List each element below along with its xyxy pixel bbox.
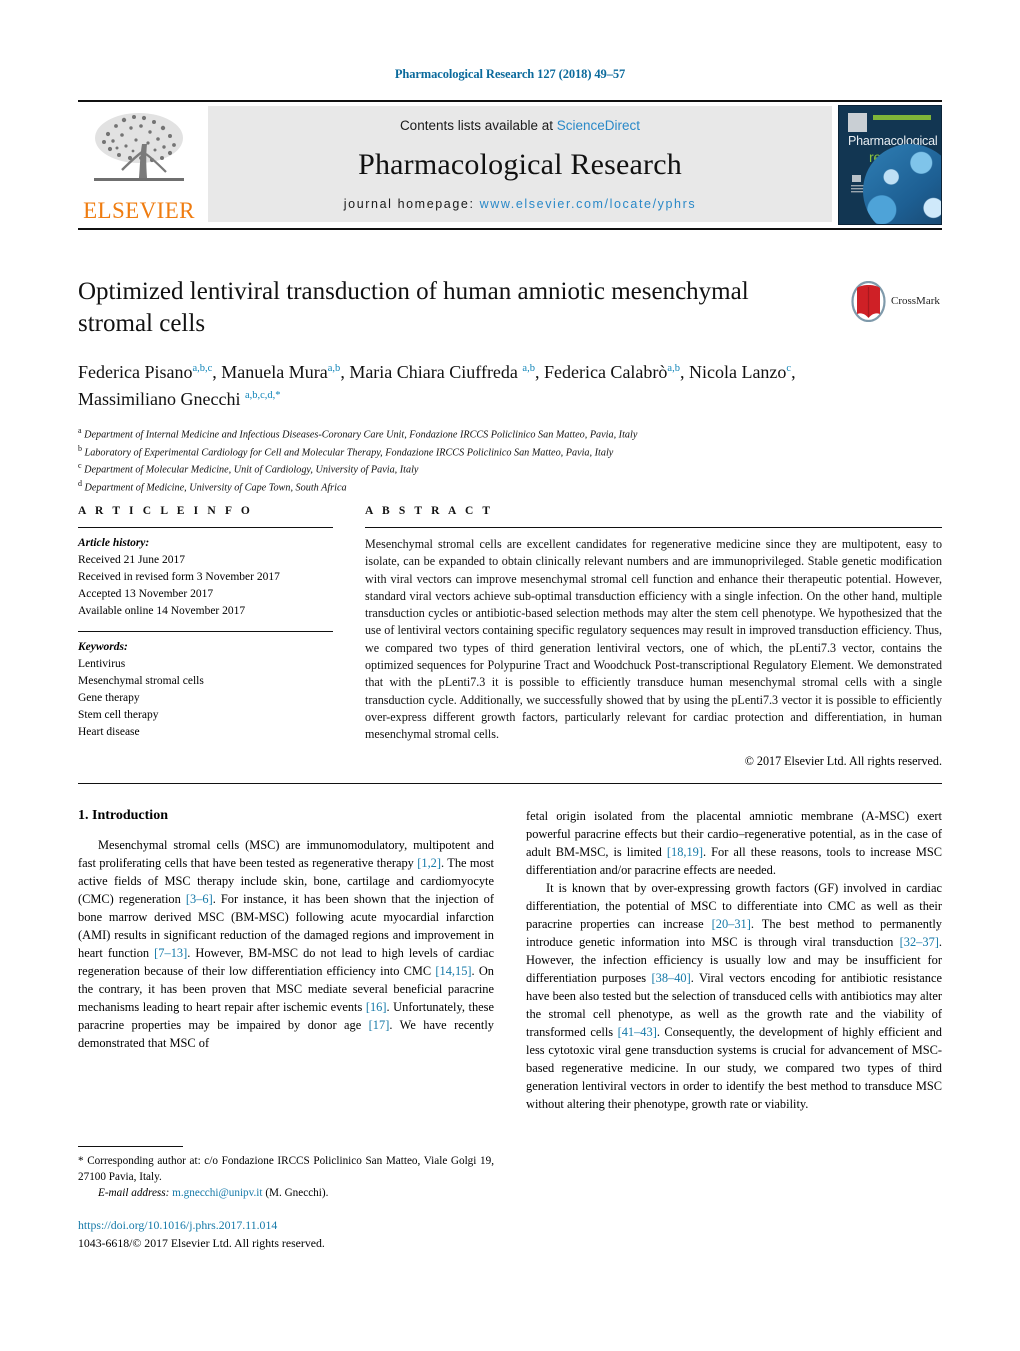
- affiliation-item: d Department of Medicine, University of …: [78, 478, 942, 496]
- affiliation-marker: d: [78, 479, 82, 489]
- running-head: Pharmacological Research 127 (2018) 49–5…: [394, 67, 626, 81]
- abstract-column: A B S T R A C T Mesenchymal stromal cell…: [333, 505, 942, 769]
- affiliation-item: a Department of Internal Medicine and In…: [78, 425, 942, 443]
- keywords-block: Keywords: Lentivirus Mesenchymal stromal…: [78, 632, 333, 741]
- affiliation-text: Laboratory of Experimental Cardiology fo…: [84, 447, 614, 459]
- crossmark-badge[interactable]: CrossMark: [850, 278, 942, 324]
- keywords-label: Keywords:: [78, 641, 128, 654]
- intro-paragraph-left: Mesenchymal stromal cells (MSC) are immu…: [78, 838, 494, 1050]
- keyword-item: Heart disease: [78, 726, 140, 739]
- footnote-block: * Corresponding author at: c/o Fondazion…: [78, 1146, 494, 1253]
- masthead-center: Contents lists available at ScienceDirec…: [208, 106, 832, 222]
- journal-masthead: ELSEVIER Contents lists available at Sci…: [78, 100, 942, 230]
- crossmark-label: CrossMark: [891, 295, 940, 307]
- crossmark-icon: [851, 280, 886, 322]
- issn-copyright-line: 1043-6618/© 2017 Elsevier Ltd. All right…: [78, 1236, 325, 1251]
- abstract-copyright: © 2017 Elsevier Ltd. All rights reserved…: [744, 754, 942, 769]
- doi-block: https://doi.org/10.1016/j.phrs.2017.11.0…: [78, 1217, 494, 1252]
- affiliation-text: Department of Internal Medicine and Infe…: [84, 429, 638, 441]
- sciencedirect-link[interactable]: ScienceDirect: [557, 118, 640, 133]
- history-item: Received in revised form 3 November 2017: [78, 571, 280, 584]
- body-column-right: fetal origin isolated from the placental…: [526, 808, 942, 1114]
- history-item: Accepted 13 November 2017: [78, 588, 214, 601]
- email-label: E-mail address:: [98, 1187, 170, 1200]
- article-info-heading: A R T I C L E I N F O: [78, 505, 253, 517]
- history-item: Received 21 June 2017: [78, 554, 185, 567]
- section-heading-introduction: 1. Introduction: [78, 808, 168, 823]
- intro-paragraph-right-1: fetal origin isolated from the placental…: [526, 809, 943, 877]
- article-history-label: Article history:: [78, 537, 150, 549]
- author-list: Federica Pisanoa,b,c, Manuela Muraa,b, M…: [78, 362, 796, 409]
- info-abstract-panel: A R T I C L E I N F O Article history: R…: [78, 505, 942, 785]
- abstract-heading: A B S T R A C T: [365, 505, 494, 517]
- article-info-column: A R T I C L E I N F O Article history: R…: [78, 505, 333, 769]
- cover-accent-bar: [873, 115, 931, 120]
- affiliation-text: Department of Medicine, University of Ca…: [84, 482, 347, 494]
- keyword-item: Mesenchymal stromal cells: [78, 675, 204, 688]
- elsevier-logo: ELSEVIER: [78, 102, 200, 228]
- email-suffix: (M. Gnecchi).: [265, 1187, 329, 1200]
- body-columns: 1. Introduction Mesenchymal stromal cell…: [78, 808, 942, 1114]
- journal-title: Pharmacological Research: [358, 148, 682, 181]
- keyword-item: Lentivirus: [78, 658, 126, 671]
- email-link[interactable]: m.gnecchi@unipv.it: [172, 1187, 262, 1199]
- journal-cover-thumbnail: Pharmacological research: [838, 105, 942, 225]
- homepage-line: journal homepage: www.elsevier.com/locat…: [344, 197, 696, 211]
- title-block: Optimized lentiviral transduction of hum…: [78, 276, 942, 496]
- contents-line: Contents lists available at ScienceDirec…: [400, 118, 640, 133]
- homepage-prefix: journal homepage:: [343, 197, 480, 211]
- divider: [78, 783, 942, 785]
- body-column-left: 1. Introduction Mesenchymal stromal cell…: [78, 808, 494, 1114]
- email-note: E-mail address: m.gnecchi@unipv.it (M. G…: [78, 1187, 494, 1199]
- affiliation-item: c Department of Molecular Medicine, Unit…: [78, 460, 942, 478]
- affiliation-marker: b: [78, 443, 82, 453]
- affiliation-marker: c: [78, 461, 82, 471]
- affiliation-list: a Department of Internal Medicine and In…: [78, 425, 942, 496]
- cover-badge-icon: [848, 113, 867, 132]
- homepage-url-link[interactable]: www.elsevier.com/locate/yphrs: [480, 197, 697, 211]
- corresponding-author-note: * Corresponding author at: c/o Fondazion…: [78, 1155, 494, 1184]
- contents-prefix: Contents lists available at: [399, 118, 557, 133]
- intro-paragraph-right-2: It is known that by over-expressing grow…: [526, 880, 942, 1111]
- elsevier-tree-icon: [94, 113, 184, 181]
- history-item: Available online 14 November 2017: [78, 605, 246, 618]
- elsevier-wordmark: ELSEVIER: [83, 198, 195, 223]
- keyword-item: Gene therapy: [78, 692, 140, 705]
- footnote-divider: [78, 1146, 183, 1147]
- affiliation-marker: a: [78, 426, 82, 435]
- keyword-item: Stem cell therapy: [78, 709, 159, 722]
- affiliation-item: b Laboratory of Experimental Cardiology …: [78, 443, 942, 461]
- affiliation-text: Department of Molecular Medicine, Unit o…: [84, 464, 419, 476]
- abstract-text: Mesenchymal stromal cells are excellent …: [365, 537, 942, 742]
- page-title: Optimized lentiviral transduction of hum…: [78, 278, 749, 337]
- doi-link[interactable]: https://doi.org/10.1016/j.phrs.2017.11.0…: [78, 1217, 494, 1235]
- paper-page: Pharmacological Research 127 (2018) 49–5…: [0, 0, 1020, 1351]
- article-history-block: Article history: Received 21 June 2017 R…: [78, 528, 333, 620]
